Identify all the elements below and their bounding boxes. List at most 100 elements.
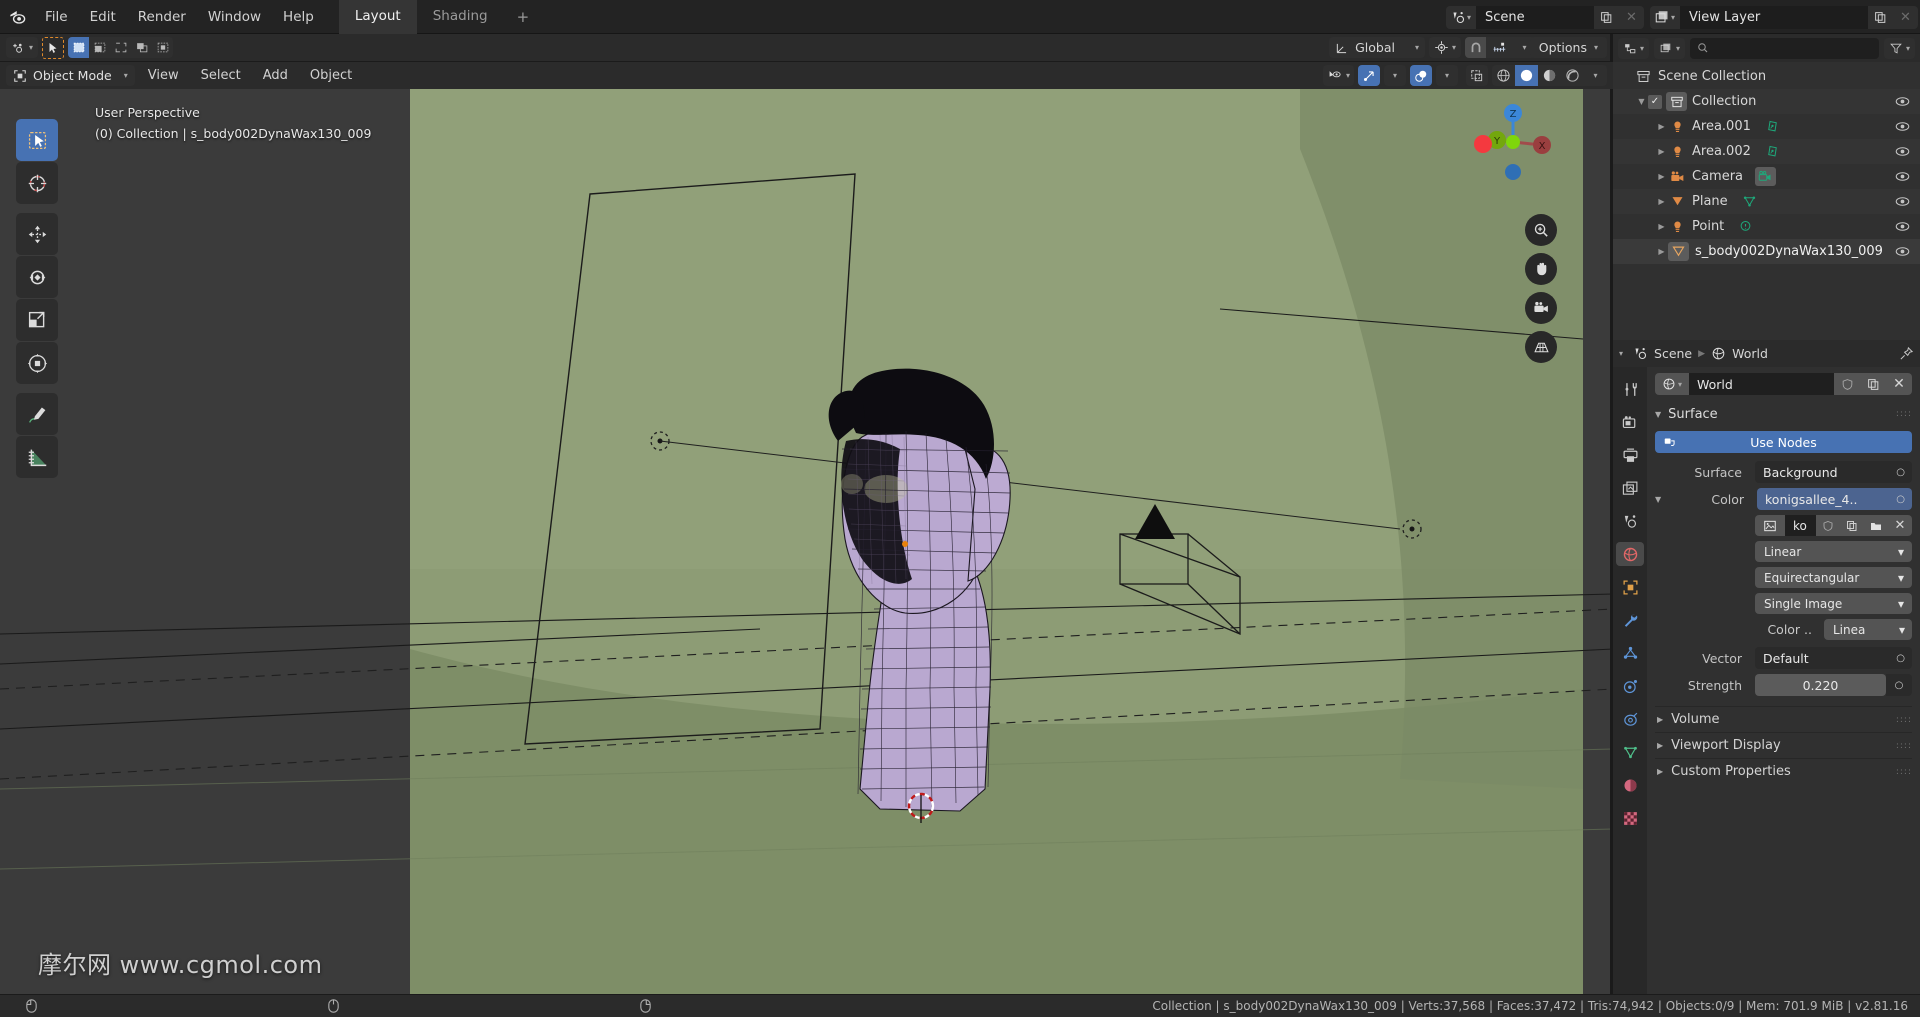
- outliner-row-plane[interactable]: ▶ Plane: [1613, 189, 1920, 214]
- scene-selector[interactable]: ▾ Scene ✕: [1446, 5, 1644, 29]
- outliner-row-camera[interactable]: ▶ Camera: [1613, 164, 1920, 189]
- outliner-row-s-body002[interactable]: ▶ s_body002DynaWax130_009: [1613, 239, 1920, 264]
- use-nodes-button[interactable]: Use Nodes: [1655, 431, 1912, 453]
- expand-triangle-icon[interactable]: ▶: [1655, 172, 1668, 181]
- blender-logo-icon[interactable]: [0, 0, 34, 34]
- breadcrumb-scene-label[interactable]: Scene: [1654, 346, 1692, 361]
- properties-tab-render[interactable]: [1616, 410, 1644, 434]
- world-browse-icon[interactable]: ▾: [1655, 373, 1689, 395]
- properties-tab-particles[interactable]: [1616, 641, 1644, 665]
- visibility-eye-icon[interactable]: [1895, 221, 1910, 232]
- eye-dropdown-icon[interactable]: ▾: [1322, 65, 1354, 86]
- viewlayer-new-icon[interactable]: [1868, 5, 1893, 29]
- add-cursor-icon[interactable]: ▾: [6, 37, 39, 58]
- shield-icon[interactable]: [1816, 515, 1840, 536]
- scene-icon[interactable]: ▾: [1446, 5, 1476, 29]
- view-layer-icon[interactable]: ▾: [1650, 5, 1680, 29]
- select-intersect-icon[interactable]: [152, 37, 173, 58]
- properties-tab-tool[interactable]: [1616, 377, 1644, 401]
- rendered-sphere-icon[interactable]: [1561, 65, 1584, 86]
- projection-dropdown[interactable]: Equirectangular ▾: [1755, 567, 1912, 588]
- colorspace-dropdown[interactable]: Linea ▾: [1824, 619, 1912, 640]
- pin-icon[interactable]: [1899, 346, 1914, 361]
- viewport-display-panel-header[interactable]: ▶ Viewport Display ::::: [1655, 732, 1912, 758]
- scale-tool[interactable]: [16, 299, 58, 341]
- viewlayer-selector[interactable]: ▾ View Layer ✕: [1650, 5, 1918, 29]
- properties-tab-physics[interactable]: [1616, 674, 1644, 698]
- visibility-eye-icon[interactable]: [1895, 196, 1910, 207]
- expand-triangle-icon[interactable]: ▶: [1655, 222, 1668, 231]
- solid-sphere-icon[interactable]: [1515, 65, 1538, 86]
- overlays-dropdown-icon[interactable]: ▾: [1436, 65, 1458, 86]
- color-expand-icon[interactable]: ▼: [1655, 495, 1665, 504]
- grid-perspective-icon[interactable]: [1525, 331, 1557, 363]
- image-icon[interactable]: [1755, 515, 1785, 536]
- expand-triangle-icon[interactable]: ▶: [1655, 122, 1668, 131]
- properties-tab-texture[interactable]: [1616, 806, 1644, 830]
- volume-panel-header[interactable]: ▶ Volume ::::: [1655, 706, 1912, 732]
- interpolation-dropdown[interactable]: Linear ▾: [1755, 541, 1912, 562]
- transform-orientation-dropdown[interactable]: Global ▾: [1329, 37, 1425, 58]
- viewport-menu-add[interactable]: Add: [254, 66, 297, 85]
- properties-tab-view-layer[interactable]: [1616, 476, 1644, 500]
- measure-tool[interactable]: [16, 436, 58, 478]
- properties-tab-material[interactable]: [1616, 773, 1644, 797]
- select-subtract-icon[interactable]: [110, 37, 131, 58]
- image-datablock-selector[interactable]: ko ✕: [1755, 515, 1912, 536]
- overlays-icon[interactable]: [1410, 65, 1432, 86]
- navigation-gizmo[interactable]: Z Y X: [1471, 100, 1555, 184]
- filter-id-icon[interactable]: ▾: [1654, 37, 1686, 59]
- outliner-editor[interactable]: ▾ ▾ ▾ Scene Collection ▼ ✓ Collection ▶ …: [1613, 34, 1920, 340]
- visibility-eye-icon[interactable]: [1895, 96, 1910, 107]
- material-sphere-icon[interactable]: [1538, 65, 1561, 86]
- gizmo-dropdown-icon[interactable]: ▾: [1384, 65, 1406, 86]
- outliner-row-scene-collection[interactable]: Scene Collection: [1613, 64, 1920, 89]
- expand-triangle-icon[interactable]: ▶: [1655, 147, 1668, 156]
- shading-dropdown-icon[interactable]: ▾: [1584, 65, 1607, 86]
- workspace-tab-shading[interactable]: Shading: [417, 0, 504, 34]
- world-datablock-selector[interactable]: ▾ World ✕: [1655, 373, 1912, 395]
- transform-tool[interactable]: [16, 342, 58, 384]
- visibility-eye-icon[interactable]: [1895, 171, 1910, 182]
- viewlayer-remove-icon[interactable]: ✕: [1893, 5, 1918, 29]
- outliner-row-area-002[interactable]: ▶ Area.002: [1613, 139, 1920, 164]
- add-workspace-button[interactable]: +: [504, 0, 543, 34]
- viewport-menu-object[interactable]: Object: [301, 66, 361, 85]
- surface-panel-header[interactable]: ▼ Surface ::::: [1655, 402, 1912, 427]
- socket-dot-icon[interactable]: ○: [1896, 494, 1905, 505]
- funnel-icon[interactable]: ▾: [1883, 37, 1915, 59]
- zoom-in-icon[interactable]: [1525, 214, 1557, 246]
- color-value-field[interactable]: konigsallee_4.. ○: [1757, 488, 1912, 510]
- search-input[interactable]: [1690, 37, 1879, 59]
- close-icon[interactable]: ✕: [1888, 515, 1912, 536]
- duplicate-icon[interactable]: [1840, 515, 1864, 536]
- outliner-row-point[interactable]: ▶ Point: [1613, 214, 1920, 239]
- properties-editor[interactable]: ▾ Scene ▶ World ▾ World ✕ ▼ Surface::::…: [1613, 340, 1920, 1003]
- snap-increment-icon[interactable]: [1486, 37, 1514, 58]
- select-extend-icon[interactable]: [89, 37, 110, 58]
- camera-icon[interactable]: [1525, 292, 1557, 324]
- visibility-eye-icon[interactable]: [1895, 146, 1910, 157]
- image-name-field[interactable]: ko: [1785, 515, 1816, 536]
- close-icon[interactable]: ✕: [1886, 373, 1912, 395]
- xray-toggle-icon[interactable]: [1466, 65, 1488, 86]
- folder-icon[interactable]: [1864, 515, 1888, 536]
- select-set-icon[interactable]: [68, 37, 90, 58]
- scene-remove-icon[interactable]: ✕: [1619, 5, 1644, 29]
- menu-file[interactable]: File: [34, 6, 79, 28]
- outliner-display-icon[interactable]: ▾: [1618, 37, 1650, 59]
- options-button[interactable]: Options ▾: [1529, 37, 1607, 58]
- annotate-tool[interactable]: [16, 393, 58, 435]
- viewport-menu-view[interactable]: View: [139, 66, 188, 85]
- properties-tab-modifiers[interactable]: [1616, 608, 1644, 632]
- properties-tab-world[interactable]: [1616, 542, 1644, 566]
- move-tool[interactable]: [16, 213, 58, 255]
- properties-tab-object[interactable]: [1616, 575, 1644, 599]
- shield-icon[interactable]: [1834, 373, 1860, 395]
- socket-dot-icon[interactable]: ○: [1896, 467, 1905, 478]
- tweak-select-tool[interactable]: [16, 119, 58, 161]
- menu-help[interactable]: Help: [272, 6, 325, 28]
- custom-properties-panel-header[interactable]: ▶ Custom Properties ::::: [1655, 758, 1912, 784]
- expand-triangle-icon[interactable]: ▶: [1655, 197, 1668, 206]
- cursor-3d-tool[interactable]: [16, 162, 58, 204]
